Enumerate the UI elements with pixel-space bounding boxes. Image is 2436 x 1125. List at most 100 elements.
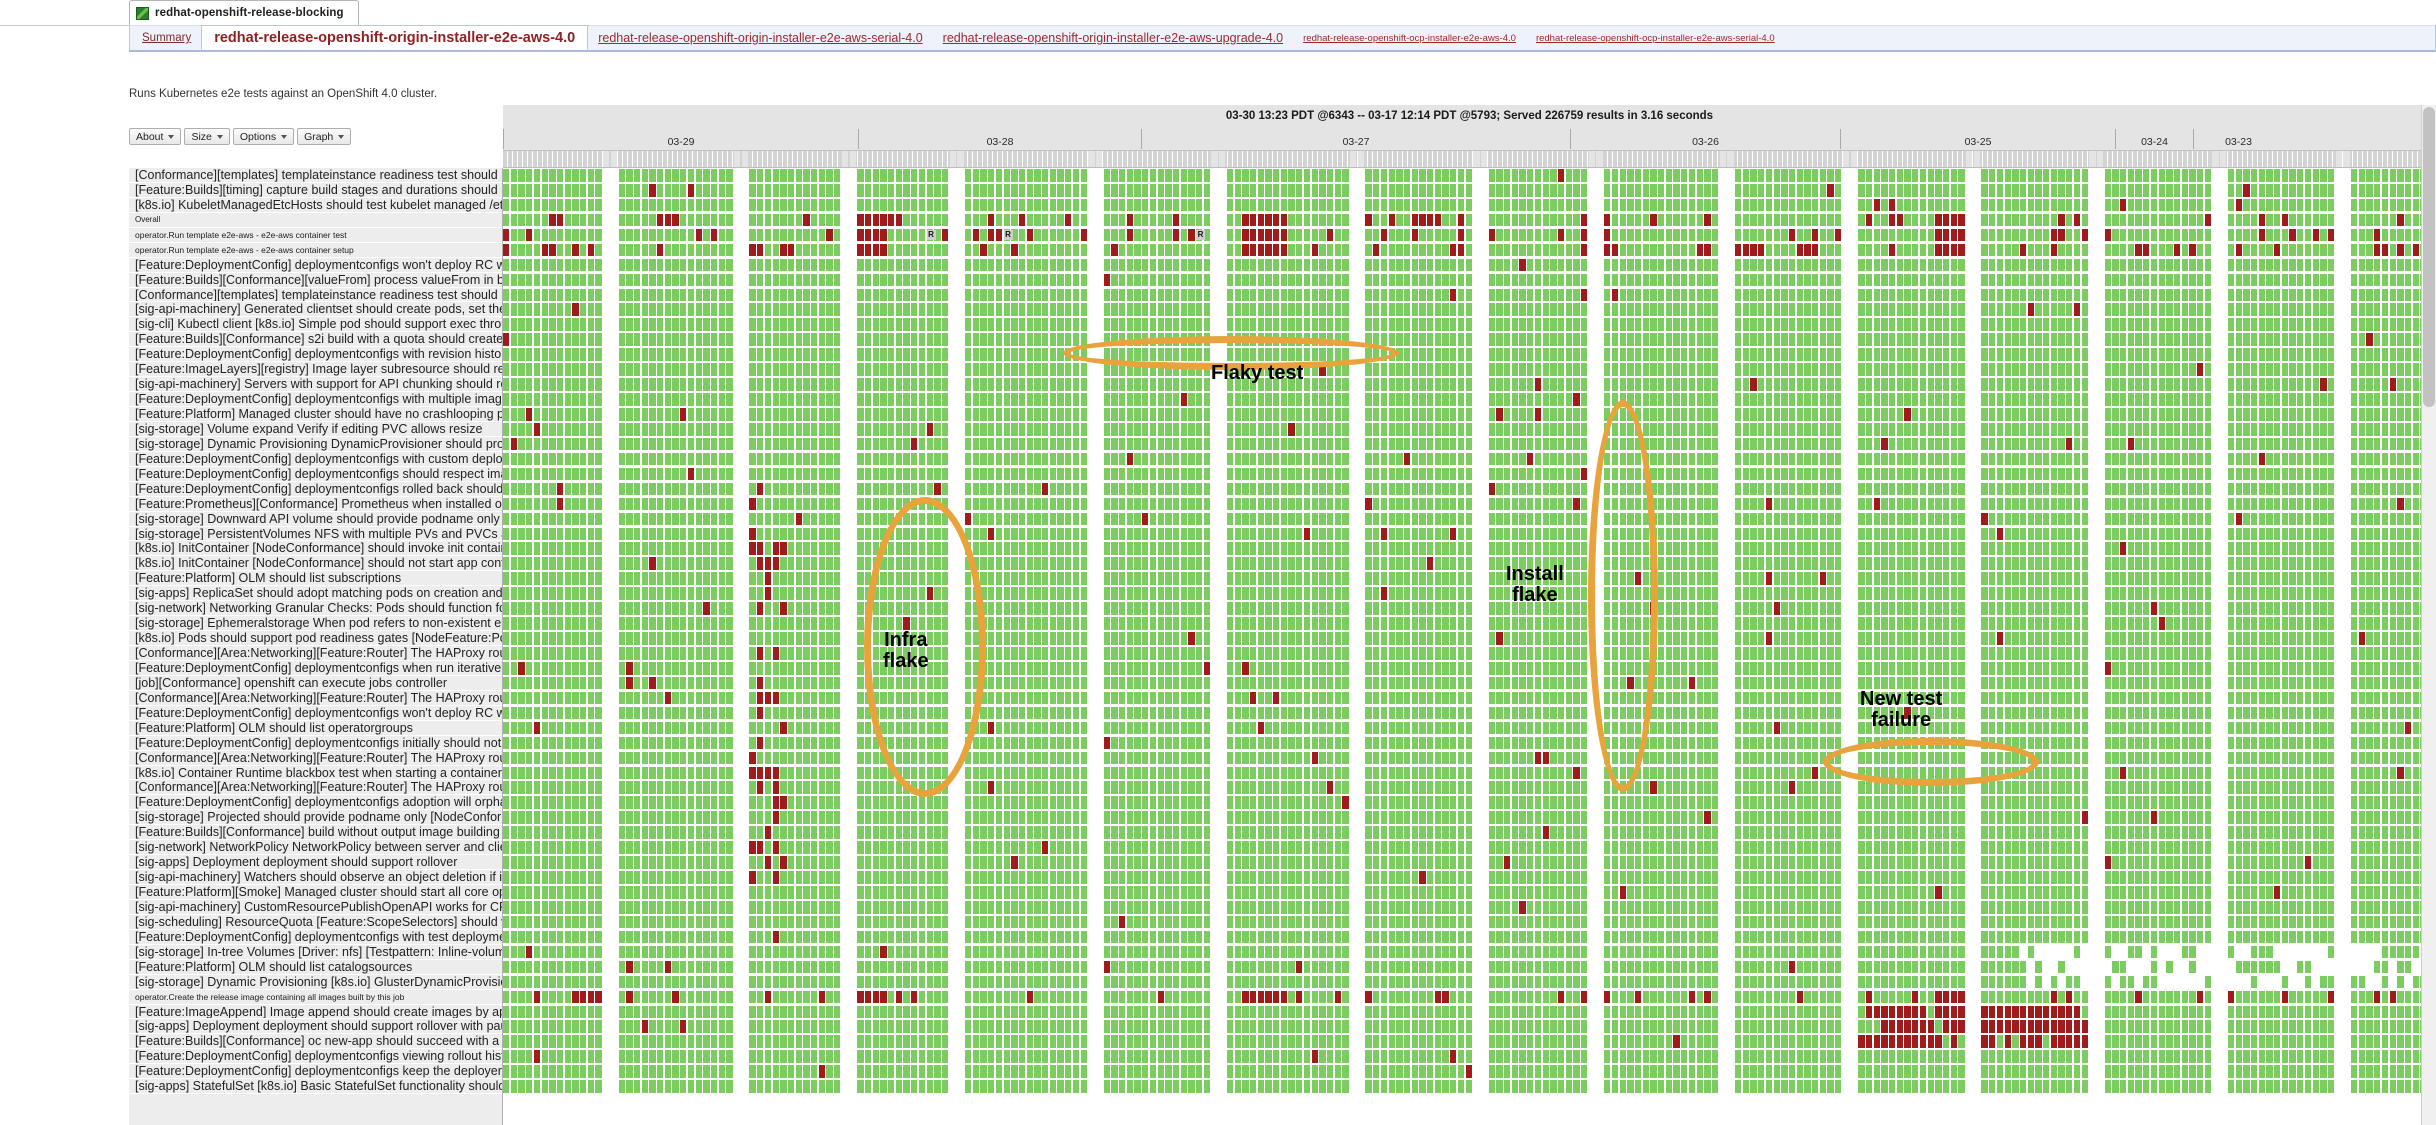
grid-cell-pass[interactable] (1681, 199, 1687, 212)
grid-cell-pass[interactable] (2135, 423, 2141, 436)
grid-cell-pass[interactable] (1920, 318, 1926, 331)
grid-cell-pass[interactable] (642, 318, 648, 331)
grid-cell-pass[interactable] (572, 274, 578, 287)
grid-cell-pass[interactable] (934, 199, 940, 212)
grid-cell-pass[interactable] (1997, 423, 2003, 436)
grid-cell-pass[interactable] (2205, 393, 2211, 406)
grid-cell-pass[interactable] (2405, 244, 2411, 257)
grid-cell-pass[interactable] (757, 348, 763, 361)
grid-cell-fail[interactable] (1750, 244, 1756, 257)
grid-cell-pass[interactable] (2189, 303, 2195, 316)
grid-cell-pass[interactable] (857, 184, 863, 197)
grid-cell-pass[interactable] (988, 363, 994, 376)
grid-cell-pass[interactable] (2035, 259, 2041, 272)
grid-cell-pass[interactable] (672, 393, 678, 406)
grid-cell-pass[interactable] (2328, 259, 2334, 272)
grid-cell-pass[interactable] (1373, 169, 1379, 182)
grid-cell-pass[interactable] (2174, 199, 2180, 212)
grid-cell-fail[interactable] (1242, 214, 1248, 227)
grid-cell-pass[interactable] (1427, 229, 1433, 242)
grid-cell-pass[interactable] (1697, 184, 1703, 197)
grid-cell-pass[interactable] (796, 408, 802, 421)
grid-cell-pass[interactable] (788, 393, 794, 406)
grid-cell-pass[interactable] (1373, 184, 1379, 197)
grid-cell-pass[interactable] (2382, 214, 2388, 227)
grid-cell-pass[interactable] (1758, 438, 1764, 451)
grid-cell-pass[interactable] (2197, 229, 2203, 242)
grid-cell-pass[interactable] (1365, 184, 1371, 197)
grid-cell-pass[interactable] (1604, 199, 1610, 212)
grid-cell-pass[interactable] (511, 408, 517, 421)
grid-cell-pass[interactable] (2397, 229, 2403, 242)
grid-cell-pass[interactable] (2351, 289, 2357, 302)
grid-cell-fail[interactable] (1958, 214, 1964, 227)
grid-cell-pass[interactable] (927, 184, 933, 197)
grid-cell-fail[interactable] (1704, 214, 1710, 227)
grid-cell-pass[interactable] (2112, 363, 2118, 376)
grid-cell-pass[interactable] (1943, 259, 1949, 272)
grid-cell-pass[interactable] (1181, 453, 1187, 466)
grid-cell-pass[interactable] (2266, 408, 2272, 421)
grid-cell-pass[interactable] (1104, 438, 1110, 451)
grid-cell-pass[interactable] (1935, 303, 1941, 316)
grid-cell-pass[interactable] (588, 214, 594, 227)
grid-cell-pass[interactable] (1504, 214, 1510, 227)
grid-cell-pass[interactable] (572, 214, 578, 227)
grid-cell-pass[interactable] (1435, 303, 1441, 316)
grid-cell-pass[interactable] (649, 438, 655, 451)
grid-cell-pass[interactable] (1643, 244, 1649, 257)
grid-cell-pass[interactable] (1319, 244, 1325, 257)
grid-cell-pass[interactable] (834, 289, 840, 302)
grid-cell-pass[interactable] (765, 438, 771, 451)
grid-cell-pass[interactable] (672, 453, 678, 466)
grid-cell-pass[interactable] (665, 303, 671, 316)
grid-cell-pass[interactable] (565, 438, 571, 451)
grid-cell-pass[interactable] (749, 378, 755, 391)
grid-cell-pass[interactable] (1958, 289, 1964, 302)
grid-cell-pass[interactable] (1527, 423, 1533, 436)
grid-cell-pass[interactable] (1165, 393, 1171, 406)
grid-cell-pass[interactable] (903, 363, 909, 376)
grid-cell-pass[interactable] (665, 468, 671, 481)
grid-cell-pass[interactable] (1620, 423, 1626, 436)
grid-cell-pass[interactable] (1466, 453, 1472, 466)
grid-cell-pass[interactable] (2043, 438, 2049, 451)
grid-cell-pass[interactable] (2120, 229, 2126, 242)
grid-cell-pass[interactable] (557, 274, 563, 287)
grid-cell-pass[interactable] (1958, 184, 1964, 197)
grid-cell-pass[interactable] (1735, 169, 1741, 182)
grid-cell-pass[interactable] (1127, 289, 1133, 302)
grid-cell-pass[interactable] (1273, 348, 1279, 361)
grid-cell-pass[interactable] (2189, 408, 2195, 421)
grid-cell-pass[interactable] (549, 348, 555, 361)
grid-cell-pass[interactable] (1142, 438, 1148, 451)
grid-cell-pass[interactable] (896, 363, 902, 376)
grid-cell-pass[interactable] (796, 259, 802, 272)
grid-cell-pass[interactable] (1643, 468, 1649, 481)
grid-cell-pass[interactable] (2374, 408, 2380, 421)
grid-cell-pass[interactable] (919, 333, 925, 346)
grid-cell-pass[interactable] (773, 348, 779, 361)
grid-cell-pass[interactable] (1820, 303, 1826, 316)
grid-cell-pass[interactable] (1034, 408, 1040, 421)
grid-cell-pass[interactable] (773, 378, 779, 391)
grid-cell-pass[interactable] (2066, 244, 2072, 257)
grid-cell-pass[interactable] (1881, 214, 1887, 227)
grid-cell-fail[interactable] (1612, 244, 1618, 257)
grid-cell-pass[interactable] (719, 408, 725, 421)
grid-cell-pass[interactable] (572, 348, 578, 361)
grid-cell-pass[interactable] (826, 259, 832, 272)
grid-cell-pass[interactable] (572, 169, 578, 182)
grid-cell-pass[interactable] (1404, 363, 1410, 376)
grid-cell-pass[interactable] (1543, 244, 1549, 257)
grid-cell-pass[interactable] (2259, 438, 2265, 451)
grid-cell-pass[interactable] (1573, 214, 1579, 227)
grid-cell-pass[interactable] (1920, 229, 1926, 242)
grid-cell-pass[interactable] (2228, 393, 2234, 406)
grid-cell-pass[interactable] (2266, 199, 2272, 212)
grid-cell-pass[interactable] (2082, 363, 2088, 376)
grid-cell-pass[interactable] (588, 169, 594, 182)
grid-cell-pass[interactable] (534, 274, 540, 287)
grid-cell-pass[interactable] (2205, 438, 2211, 451)
grid-cell-pass[interactable] (1789, 468, 1795, 481)
